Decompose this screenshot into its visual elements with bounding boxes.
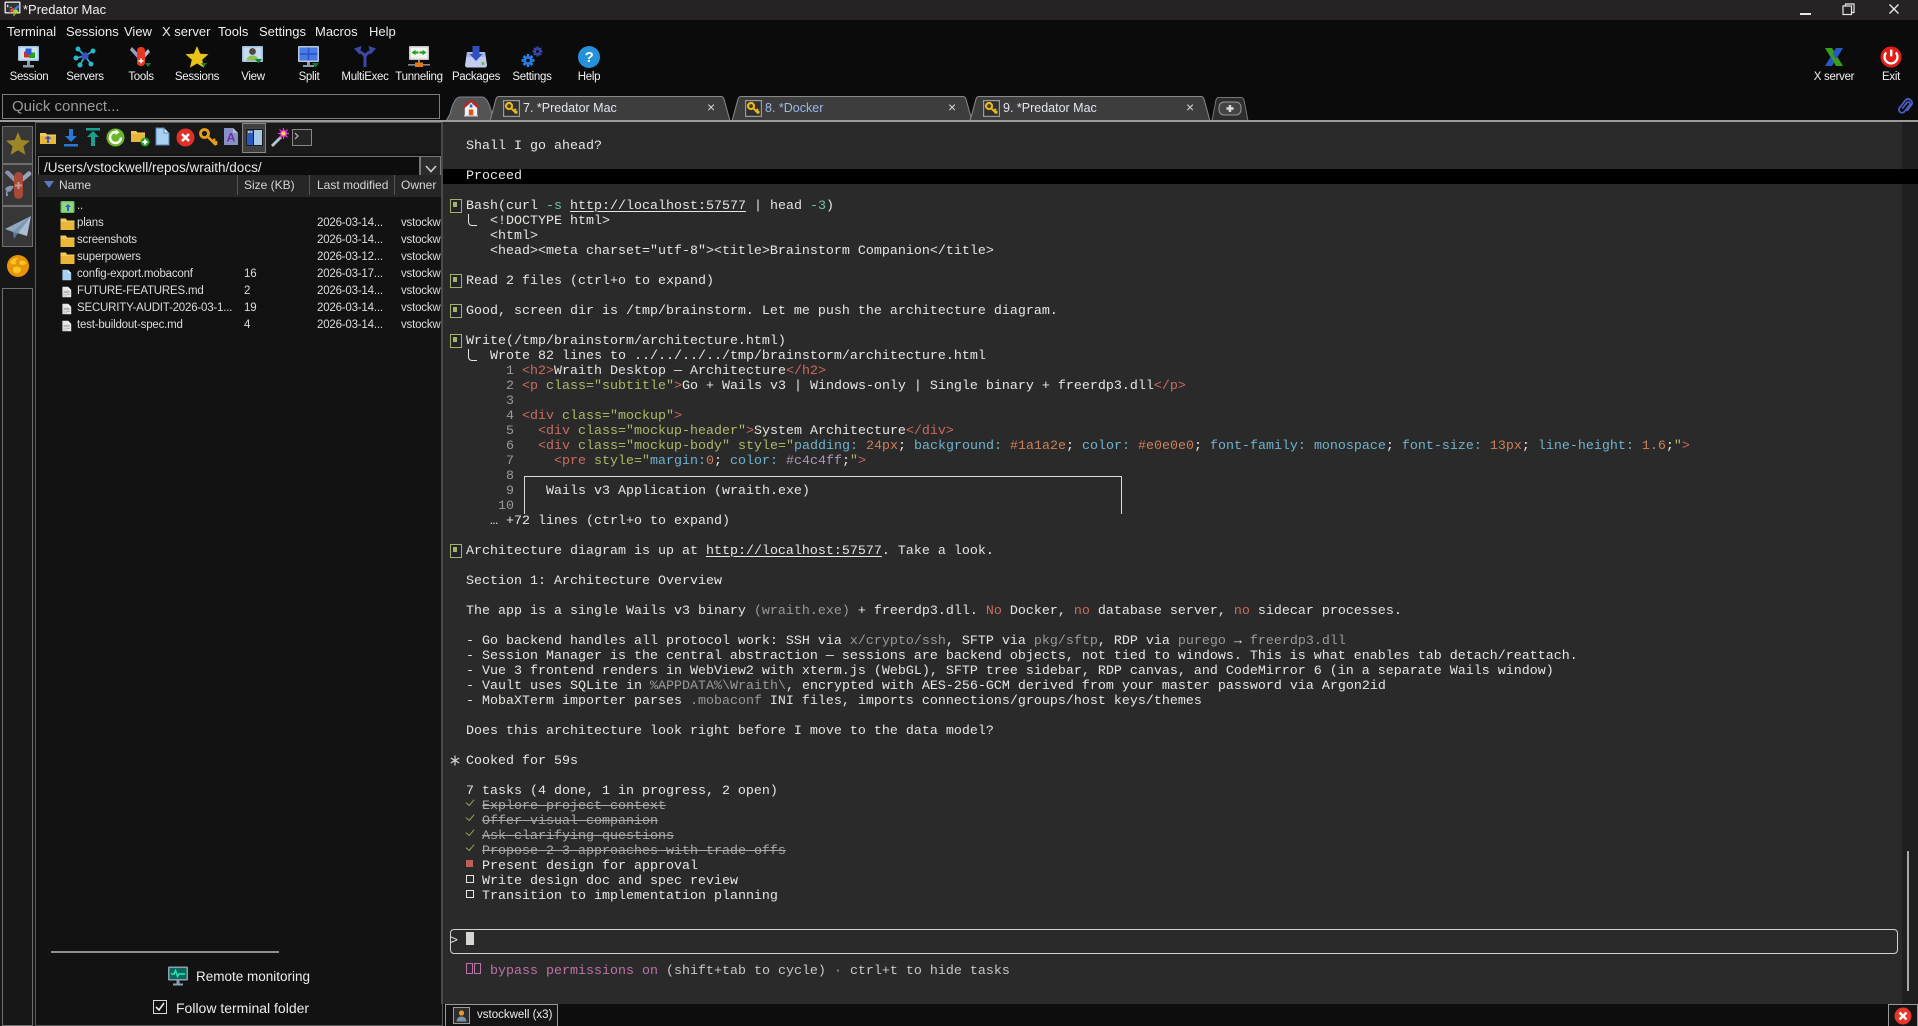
svg-text:?: ? <box>585 49 594 66</box>
svg-text:A: A <box>227 131 236 145</box>
